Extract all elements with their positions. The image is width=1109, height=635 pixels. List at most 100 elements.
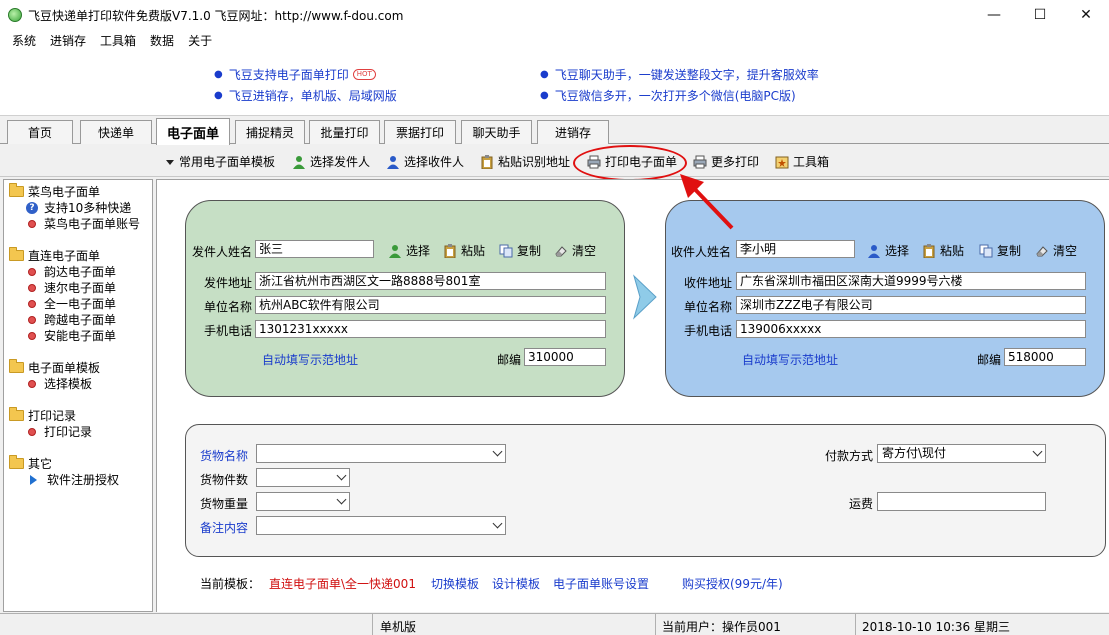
highlight-ellipse [573,145,687,181]
promo-link-eorder[interactable]: ● 飞豆支持电子面单打印 HOT [214,66,376,83]
close-button[interactable]: ✕ [1063,0,1109,30]
sender-address-label: 发件地址 [204,276,253,290]
buy-license-link[interactable]: 购买授权(99元/年) [682,575,783,592]
bullet-icon [28,283,36,292]
star-box-icon [775,155,789,169]
menu-data[interactable]: 数据 [150,32,174,49]
sender-phone-label: 手机电话 [204,324,253,338]
goods-count-select[interactable] [256,468,350,487]
bullet-icon: ● [214,90,223,101]
remark-label[interactable]: 备注内容 [200,519,248,536]
tree-group-cainiao[interactable]: 菜鸟电子面单 [9,183,100,200]
freight-label: 运费 [849,497,874,511]
tree-group-other[interactable]: 其它 [9,455,52,472]
chevron-down-icon [492,446,503,457]
paste-address-button[interactable]: 粘贴识别地址 [480,153,570,170]
tree-group-print-records[interactable]: 打印记录 [9,407,76,424]
tree-group-direct[interactable]: 直连电子面单 [9,247,100,264]
menu-toolbox[interactable]: 工具箱 [100,32,136,49]
tree-item-support-couriers[interactable]: ? 支持10多种快递 [26,199,131,216]
tab-batch-print[interactable]: 批量打印 [309,120,380,144]
tree-item-select-template[interactable]: 选择模板 [28,375,92,392]
receiver-copy-button[interactable]: 复制 [979,242,1021,259]
receiver-autofill-link[interactable]: 自动填写示范地址 [742,351,838,368]
chevron-down-icon [492,518,503,529]
minimize-button[interactable]: — [971,0,1017,30]
sender-select-button[interactable]: 选择 [388,242,430,259]
promo-link-chat[interactable]: ● 飞豆聊天助手，一键发送整段文字，提升客服效率 [540,66,819,83]
clipboard-icon [922,243,936,258]
tree-group-templates[interactable]: 电子面单模板 [9,359,100,376]
toolbox-button[interactable]: 工具箱 [775,153,829,170]
receiver-paste-button[interactable]: 粘贴 [922,242,964,259]
chevron-down-icon [336,470,347,481]
tree-item-quanyi[interactable]: 全一电子面单 [28,295,116,312]
bullet-icon: ● [540,69,549,80]
sender-autofill-link[interactable]: 自动填写示范地址 [262,351,358,368]
tab-capture[interactable]: 捕捉精灵 [235,120,305,144]
eraser-icon [554,244,568,258]
tree-item-yunda[interactable]: 韵达电子面单 [28,263,116,280]
clipboard-icon [480,154,494,169]
menu-system[interactable]: 系统 [12,32,36,49]
sender-copy-button[interactable]: 复制 [499,242,541,259]
receiver-company-input[interactable]: 深圳市ZZZ电子有限公司 [736,296,1086,314]
sender-address-input[interactable]: 浙江省杭州市西湖区文一路8888号801室 [255,272,606,290]
tree-item-registration[interactable]: 软件注册授权 [30,471,119,488]
tree-item-suer[interactable]: 速尔电子面单 [28,279,116,296]
receiver-select-button[interactable]: 选择 [867,242,909,259]
goods-name-label[interactable]: 货物名称 [200,447,248,464]
tab-inventory[interactable]: 进销存 [537,120,609,144]
menu-inventory[interactable]: 进销存 [50,32,86,49]
tree-item-print-records[interactable]: 打印记录 [28,423,92,440]
bullet-icon: ● [540,90,549,101]
account-settings-link[interactable]: 电子面单账号设置 [553,575,649,592]
window-title: 飞豆快递单打印软件免费版V7.1.0 飞豆网址：http://www.f-dou… [28,8,404,23]
sender-zip-input[interactable]: 310000 [524,348,606,366]
sender-paste-button[interactable]: 粘贴 [443,242,485,259]
design-template-link[interactable]: 设计模板 [492,575,540,592]
select-sender-button[interactable]: 选择发件人 [292,153,370,170]
sender-name-input[interactable]: 张三 [255,240,374,258]
sender-clear-button[interactable]: 清空 [554,242,596,259]
tab-chat-assistant[interactable]: 聊天助手 [461,120,532,144]
receiver-zip-input[interactable]: 518000 [1004,348,1086,366]
clipboard-icon [443,243,457,258]
receiver-clear-button[interactable]: 清空 [1035,242,1077,259]
switch-template-link[interactable]: 切换模板 [431,575,479,592]
remark-select[interactable] [256,516,506,535]
sender-phone-input[interactable]: 1301231xxxxx [255,320,606,338]
select-receiver-button[interactable]: 选择收件人 [386,153,464,170]
tree-item-cainiao-account[interactable]: 菜鸟电子面单账号 [28,215,140,232]
sender-company-input[interactable]: 杭州ABC软件有限公司 [255,296,606,314]
user-blue-icon [386,155,400,169]
goods-name-select[interactable] [256,444,506,463]
folder-icon [9,455,24,469]
tab-home[interactable]: 首页 [7,120,73,144]
receiver-address-label: 收件地址 [684,276,733,290]
toolbar: 常用电子面单模板 选择发件人 选择收件人 粘贴识别地址 打印电子面单 更多打印 [0,145,1109,177]
tab-eorder[interactable]: 电子面单 [156,118,230,145]
sender-zip-label: 邮编 [497,353,522,367]
goods-weight-select[interactable] [256,492,350,511]
sender-company-label: 单位名称 [204,300,253,314]
promo-link-inventory[interactable]: ● 飞豆进销存，单机版、局域网版 [214,87,397,104]
tree-item-anneng[interactable]: 安能电子面单 [28,327,116,344]
menu-about[interactable]: 关于 [188,32,212,49]
promo-link-wechat[interactable]: ● 飞豆微信多开，一次打开多个微信(电脑PC版) [540,87,796,104]
receiver-name-input[interactable]: 李小明 [736,240,855,258]
folder-icon [9,407,24,421]
more-print-button[interactable]: 更多打印 [693,153,759,170]
receiver-phone-input[interactable]: 139006xxxxx [736,320,1086,338]
templates-dropdown[interactable]: 常用电子面单模板 [165,153,275,170]
user-green-icon [292,155,306,169]
user-green-icon [388,244,402,258]
tab-receipt-print[interactable]: 票据打印 [384,120,456,144]
tree-item-kuayue[interactable]: 跨越电子面单 [28,311,116,328]
tab-express[interactable]: 快递单 [80,120,152,144]
receiver-address-input[interactable]: 广东省深圳市福田区深南大道9999号六楼 [736,272,1086,290]
maximize-button[interactable]: ☐ [1017,0,1063,30]
bullet-icon [28,219,36,228]
freight-input[interactable] [877,492,1046,511]
payment-select[interactable]: 寄方付\现付 [877,444,1046,463]
